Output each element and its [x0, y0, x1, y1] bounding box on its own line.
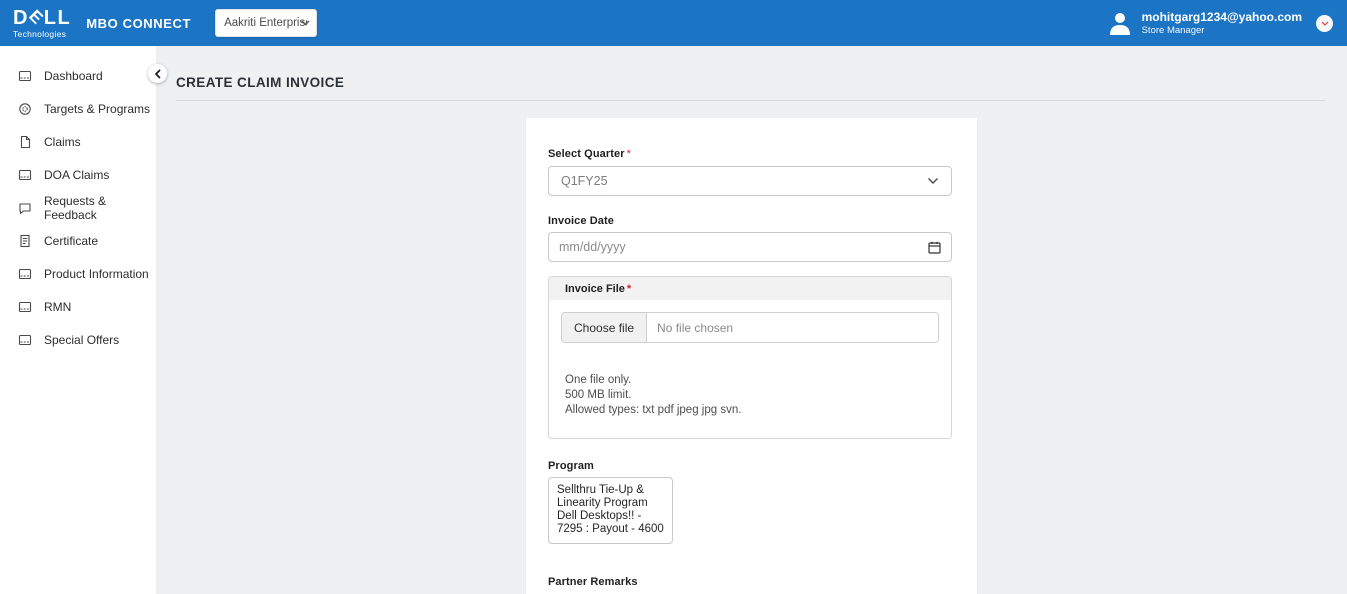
quarter-select[interactable]: Q1FY25: [548, 166, 952, 196]
sidebar-item-special-offers[interactable]: Special Offers: [0, 323, 156, 356]
dell-technologies-logo: DELL Technologies: [13, 8, 71, 39]
invoice-date-input[interactable]: mm/dd/yyyy: [548, 232, 952, 262]
invoice-file-label: Invoice File: [565, 283, 625, 295]
user-email: mohitgarg1234@yahoo.com: [1142, 10, 1302, 25]
invoice-date-field: Invoice Date mm/dd/yyyy: [548, 211, 952, 262]
quarter-field: Select Quarter* Q1FY25: [548, 144, 952, 196]
quarter-label: Select Quarter: [548, 148, 625, 160]
sidebar-item-label: DOA Claims: [44, 168, 109, 182]
logo-subtext: Technologies: [13, 30, 71, 39]
user-info: mohitgarg1234@yahoo.com Store Manager: [1142, 10, 1302, 37]
sidebar-item-label: Dashboard: [44, 69, 103, 83]
no-file-chosen-text: No file chosen: [657, 321, 733, 335]
sidebar-item-doa-claims[interactable]: DOA Claims: [0, 158, 156, 191]
sidebar-item-claims[interactable]: Claims: [0, 125, 156, 158]
org-selector-dropdown[interactable]: Aakriti Enterprises: [215, 9, 317, 37]
sidebar-item-requests-feedback[interactable]: Requests & Feedback: [0, 191, 156, 224]
sidebar-item-rmn[interactable]: RMN: [0, 290, 156, 323]
invoice-file-fieldset: Invoice File* Choose file No file chosen…: [548, 276, 952, 439]
file-rule: Allowed types: txt pdf jpeg jpg svn.: [565, 403, 939, 418]
dashboard-icon: [18, 267, 32, 281]
invoice-date-label: Invoice Date: [548, 215, 614, 227]
choose-file-button[interactable]: Choose file: [562, 313, 647, 342]
certificate-icon: [18, 234, 32, 248]
sidebar-item-label: Certificate: [44, 234, 98, 248]
org-selector-value: Aakriti Enterprises: [224, 17, 307, 29]
dashboard-icon: [18, 168, 32, 182]
dashboard-icon: [18, 300, 32, 314]
partner-remarks-label: Partner Remarks: [548, 576, 638, 588]
chevron-left-icon: [155, 69, 161, 79]
chevron-down-icon: [1321, 21, 1329, 26]
sidebar: Dashboard Targets & Programs Claims DOA …: [0, 46, 156, 594]
file-input[interactable]: Choose file No file chosen: [561, 312, 939, 343]
program-option[interactable]: Sellthru Tie-Up & Linearity Program Dell…: [557, 484, 666, 536]
invoice-date-placeholder: mm/dd/yyyy: [559, 240, 928, 254]
create-claim-invoice-form: Select Quarter* Q1FY25 Invoice Date mm/d…: [526, 118, 977, 594]
user-avatar-icon: [1106, 10, 1134, 36]
logo-letter: LL: [44, 8, 71, 28]
app-header: DELL Technologies MBO CONNECT Aakriti En…: [0, 0, 1347, 46]
app-title: MBO CONNECT: [86, 16, 191, 31]
document-icon: [18, 135, 32, 149]
program-field: Program Sellthru Tie-Up & Linearity Prog…: [548, 456, 952, 544]
sidebar-item-product-information[interactable]: Product Information: [0, 257, 156, 290]
required-asterisk: *: [627, 148, 631, 160]
sidebar-item-label: Special Offers: [44, 333, 119, 347]
title-divider: [176, 100, 1325, 101]
sidebar-item-label: RMN: [44, 300, 71, 314]
sidebar-item-certificate[interactable]: Certificate: [0, 224, 156, 257]
invoice-file-body: Choose file No file chosen One file only…: [549, 300, 951, 438]
partner-remarks-field: Partner Remarks: [548, 572, 952, 594]
main-content: CREATE CLAIM INVOICE Select Quarter* Q1F…: [156, 46, 1347, 594]
sidebar-item-dashboard[interactable]: Dashboard: [0, 59, 156, 92]
user-role: Store Manager: [1142, 25, 1302, 37]
file-upload-rules: One file only. 500 MB limit. Allowed typ…: [561, 373, 939, 418]
sidebar-item-targets-programs[interactable]: Targets & Programs: [0, 92, 156, 125]
quarter-select-value: Q1FY25: [561, 174, 927, 188]
sidebar-item-label: Requests & Feedback: [44, 194, 156, 222]
user-menu-button[interactable]: [1316, 15, 1333, 32]
required-asterisk: *: [627, 283, 631, 295]
dashboard-icon: [18, 69, 32, 83]
program-label: Program: [548, 460, 594, 472]
program-listbox[interactable]: Sellthru Tie-Up & Linearity Program Dell…: [548, 477, 673, 544]
calendar-icon: [928, 241, 941, 254]
invoice-file-legend: Invoice File*: [549, 277, 951, 300]
dashboard-icon: [18, 333, 32, 347]
sidebar-item-label: Product Information: [44, 267, 149, 281]
sidebar-item-label: Targets & Programs: [44, 102, 150, 116]
file-rule: 500 MB limit.: [565, 388, 939, 403]
sidebar-collapse-button[interactable]: [148, 64, 167, 83]
target-icon: [18, 102, 32, 116]
chevron-down-icon: [927, 177, 939, 185]
chevron-down-icon: [301, 20, 310, 26]
page-title: CREATE CLAIM INVOICE: [176, 75, 1347, 90]
chat-icon: [18, 201, 32, 215]
sidebar-item-label: Claims: [44, 135, 81, 149]
file-rule: One file only.: [565, 373, 939, 388]
